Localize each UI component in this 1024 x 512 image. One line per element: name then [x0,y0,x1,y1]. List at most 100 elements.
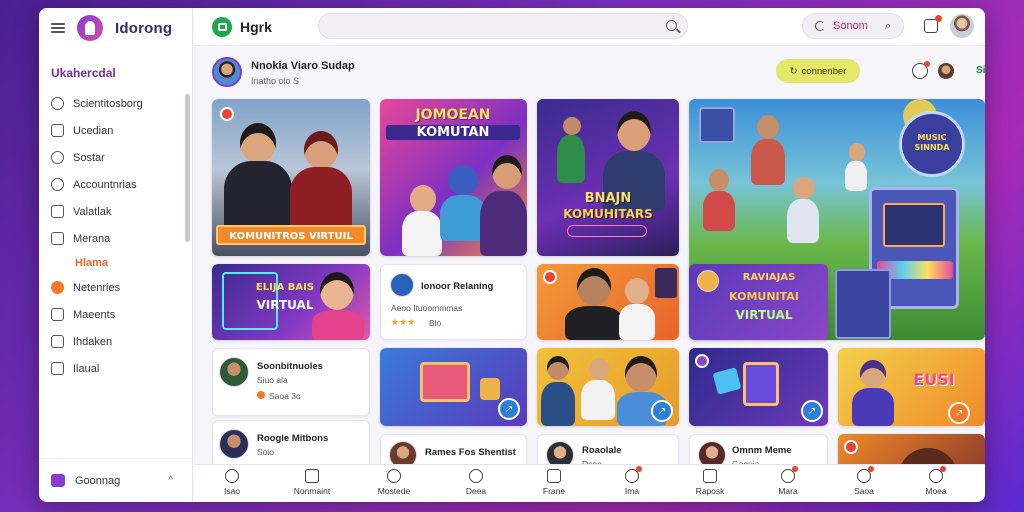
video-card-7[interactable] [537,264,679,340]
nav-item-7[interactable]: Mara [758,466,818,496]
avatar[interactable] [950,14,974,38]
sidebar-footer[interactable]: Goonnag ^ [39,458,193,502]
settings-icon[interactable] [912,61,930,79]
channel-logo [390,273,414,297]
follow-button[interactable]: ↻ connenber [776,59,860,83]
nav-item-0[interactable]: Isao [202,469,262,496]
sidebar-item-1[interactable]: Ucedian [39,117,192,144]
sidebar-item-0[interactable]: Scientitosborg [39,90,192,117]
card-icon [703,469,717,483]
bookmark-icon [51,205,64,218]
play-button[interactable]: ↗ [651,400,673,422]
search-input[interactable] [318,13,688,39]
arcade-machine [420,362,470,402]
video-card-2[interactable]: JOMOEAN KOMUTAN [380,99,527,256]
video-card-8[interactable]: RAVIAJAS KOMUNITAI VIRTUAL [689,264,828,340]
list-icon [51,308,64,321]
user-icon [625,466,642,483]
search-icon[interactable] [666,20,677,31]
nav-item-label: Frane [542,486,566,496]
sidebar-item-4[interactable]: Valatlak [39,198,192,225]
card-subtitle: Soio [257,447,275,457]
nav-item-8[interactable]: Saoa [834,466,894,496]
arcade-cabinet [835,269,891,339]
video-card-14[interactable]: EUSI ↗ [838,348,985,426]
sidebar-item-label: Accountnrias [73,178,137,191]
video-card-12[interactable]: ↗ [689,348,828,426]
sidebar-item-label: Scientitosborg [73,97,143,110]
profile-row: Nnokia Viaro Sudap Inatho olo S ↻ connen… [194,46,985,100]
creator-avatar [219,357,249,387]
badge-icon [695,354,709,368]
pill-search-label: Sonom [833,20,868,32]
screen-prop [712,367,742,395]
bottom-nav: Isao Nonmaint Mostede Deea Frane Ima Rap… [194,464,985,502]
console-screen [883,203,945,247]
brand-logo[interactable] [77,15,103,41]
card-banner-mid: VIRTUAL [256,298,314,312]
card-banner: EUSI [913,370,955,389]
sidebar-footer-label: Goonnag [75,474,121,487]
video-card-11[interactable]: ↗ [537,348,679,426]
nav-item-2[interactable]: Mostede [364,469,424,496]
nav-item-label: Isao [223,486,241,496]
sidebar-item-label: Ihdaken [73,335,113,348]
nav-item-9[interactable]: Moea [906,466,966,496]
sidebar-item-6[interactable]: Netenries [39,274,192,301]
video-card-10[interactable]: ↗ [380,348,527,426]
card-title: Rames Fos Shentist [425,447,516,458]
sidebar-item-5[interactable]: Merana [39,225,192,252]
home-icon [51,97,64,110]
play-button[interactable]: ↗ [498,398,520,420]
chevron-up-icon[interactable]: ^ [168,475,173,486]
notification-icon[interactable] [924,15,942,33]
card-banner-top: BNAJN [584,191,632,206]
nav-item-1[interactable]: Nonmaint [282,469,342,496]
nav-item-4[interactable]: Frane [524,469,584,496]
brand-name: Idorong [115,19,173,37]
nav-item-3[interactable]: Deea [446,469,506,496]
sidebar-item-9[interactable]: Ilaual [39,355,192,382]
compass-icon [51,151,64,164]
card-banner-top: RAVIAJAS [742,272,796,283]
info-card-6[interactable]: Ionoor Relaning Aeoo Ituoommmas ★★★ Blo [380,264,527,340]
card-title: Omnm Meme [732,445,792,456]
nav-item-label: Moea [925,486,947,496]
info-card-9[interactable]: Soonbitnuoles Siuo ala Saoa 3o [212,348,370,416]
hamburger-menu-icon[interactable] [51,23,65,33]
secondary-search-pill[interactable]: Sonom ⌕ [802,13,904,39]
app-icon[interactable] [212,16,232,37]
settings-icon [51,362,64,375]
play-button[interactable]: ↗ [801,400,823,422]
nav-item-label: Ima [624,486,640,496]
sidebar-item-2[interactable]: Sostar [39,144,192,171]
nav-item-label: Mara [778,486,798,496]
user-icon [51,178,64,191]
card-title: Ionoor Relaning [421,281,494,292]
chat-icon [781,466,798,483]
app-name: Hgrk [240,18,272,35]
sidebar-item-8[interactable]: Ihdaken [39,328,192,355]
bag-icon [51,474,65,487]
person-icon [929,466,946,483]
nav-item-5[interactable]: Ima [602,466,662,496]
sidebar-item-3[interactable]: Accountnrias [39,171,192,198]
video-card-1[interactable]: KOMUNITROS VIRTUIL [212,99,370,256]
video-card-3[interactable]: BNAJN KOMUHITARS [537,99,679,256]
mini-avatar[interactable] [938,63,954,79]
nav-item-6[interactable]: Raposk [680,469,740,496]
arcade-machine [743,362,779,406]
group-icon [857,466,874,483]
play-button[interactable]: ↗ [948,402,970,424]
minus-circle-icon [469,469,483,483]
profile-avatar[interactable] [212,57,242,87]
chat-icon [51,232,64,245]
sidebar-item-highlight[interactable]: Hlama [39,252,192,274]
video-card-5[interactable]: ELIJA BAIS VIRTUAL [212,264,370,340]
card-banner-mid: KOMUNITAI [729,290,799,303]
calendar-icon [51,335,64,348]
sidebar-item-7[interactable]: Maeents [39,301,192,328]
game-prop [480,378,500,400]
sidebar-scrollbar[interactable] [185,94,190,242]
follow-button-label: connenber [801,65,847,77]
